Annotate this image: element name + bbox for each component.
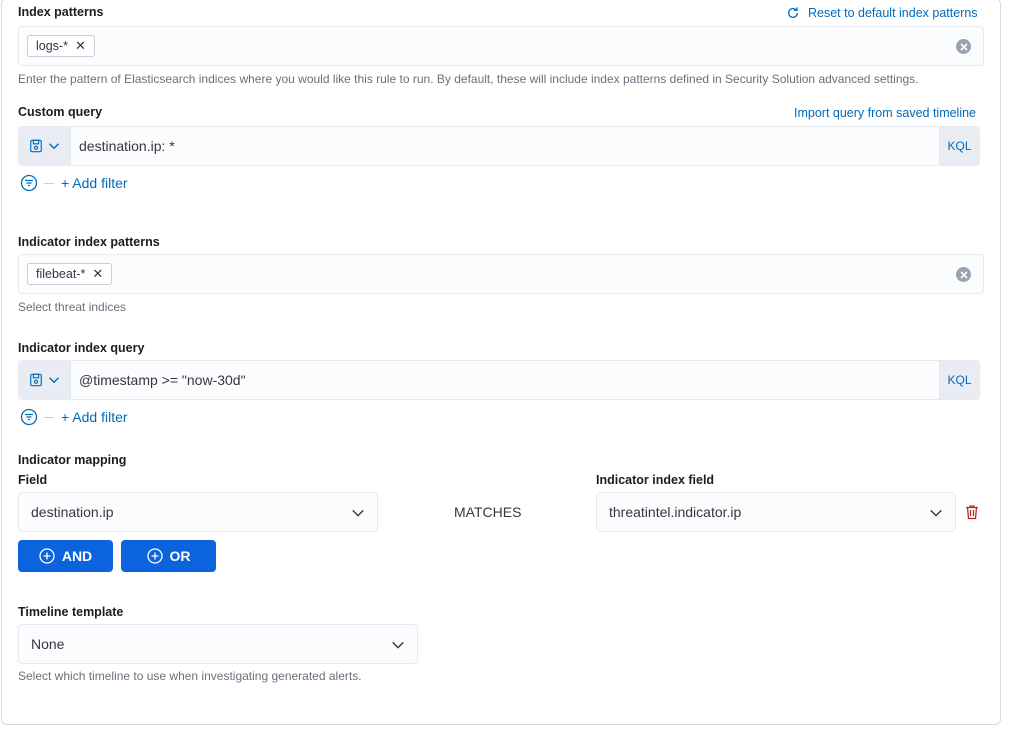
mapping-index-field-value: threatintel.indicator.ip [609,504,742,520]
index-patterns-combobox[interactable]: logs-* ✕ [18,26,984,66]
reset-index-patterns-label: Reset to default index patterns [808,6,978,20]
filter-icon[interactable] [20,174,38,192]
save-query-icon [30,139,42,153]
chevron-down-icon [392,641,404,649]
import-query-link[interactable]: Import query from saved timeline [794,106,976,120]
or-button-label: OR [169,548,191,564]
index-pattern-badge: logs-* ✕ [27,35,95,57]
indicator-index-query-label: Indicator index query [18,341,145,355]
indicator-pattern-badge-label: filebeat-* [36,267,86,281]
indicator-pattern-badge: filebeat-* ✕ [27,263,113,285]
chevron-down-icon [930,509,942,517]
mapping-field-value: destination.ip [31,504,114,520]
query-language-toggle[interactable]: KQL [939,127,979,165]
plus-circle-icon [39,548,55,564]
mapping-field-label: Field [18,473,48,487]
save-query-icon [30,373,42,387]
filter-icon[interactable] [20,408,38,426]
mapping-index-field-select[interactable]: threatintel.indicator.ip [596,492,956,532]
remove-badge-icon[interactable]: ✕ [92,264,103,284]
saved-query-menu-button[interactable] [19,361,71,399]
index-pattern-badge-label: logs-* [36,39,68,53]
indicator-index-patterns-label: Indicator index patterns [18,235,160,249]
timeline-template-label: Timeline template [18,605,124,619]
mapping-field-select[interactable]: destination.ip [18,492,378,532]
plus-circle-icon [146,548,163,564]
custom-query-label: Custom query [18,105,103,119]
indicator-query-filter-row: + Add filter [20,408,128,426]
indicator-index-patterns-help: Select threat indices [18,300,127,314]
and-button-label: AND [61,548,93,564]
chevron-down-icon [352,509,364,517]
clear-icon[interactable] [956,267,971,282]
indicator-query-bar: @timestamp >= "now-30d" KQL [18,360,980,400]
chevron-down-icon [49,143,59,150]
filter-separator [44,416,54,418]
chevron-down-icon [49,377,59,384]
custom-query-input[interactable]: destination.ip: * [71,127,939,165]
add-filter-button[interactable]: + Add filter [61,409,128,425]
indicator-mapping-label: Indicator mapping [18,453,127,467]
timeline-template-help: Select which timeline to use when invest… [18,669,362,683]
and-button[interactable]: AND [18,540,113,572]
timeline-template-select[interactable]: None [18,624,418,664]
remove-badge-icon[interactable]: ✕ [75,36,86,56]
index-patterns-help: Enter the pattern of Elasticsearch indic… [18,72,919,86]
timeline-template-value: None [31,636,65,652]
indicator-index-patterns-combobox[interactable]: filebeat-* ✕ [18,254,984,294]
refresh-icon [787,7,799,18]
trash-icon[interactable] [963,503,981,521]
indicator-query-input[interactable]: @timestamp >= "now-30d" [71,361,939,399]
reset-index-patterns-link[interactable]: Reset to default index patterns [786,6,978,20]
or-button[interactable]: OR [121,540,216,572]
add-filter-button[interactable]: + Add filter [61,175,128,191]
custom-query-filter-row: + Add filter [20,174,128,192]
index-patterns-label: Index patterns [18,5,104,19]
filter-separator [44,182,54,184]
mapping-index-field-label: Indicator index field [596,473,715,487]
query-language-toggle[interactable]: KQL [939,361,979,399]
custom-query-bar: destination.ip: * KQL [18,126,980,166]
matches-operator: MATCHES [454,504,522,520]
saved-query-menu-button[interactable] [19,127,71,165]
clear-icon[interactable] [956,39,971,54]
